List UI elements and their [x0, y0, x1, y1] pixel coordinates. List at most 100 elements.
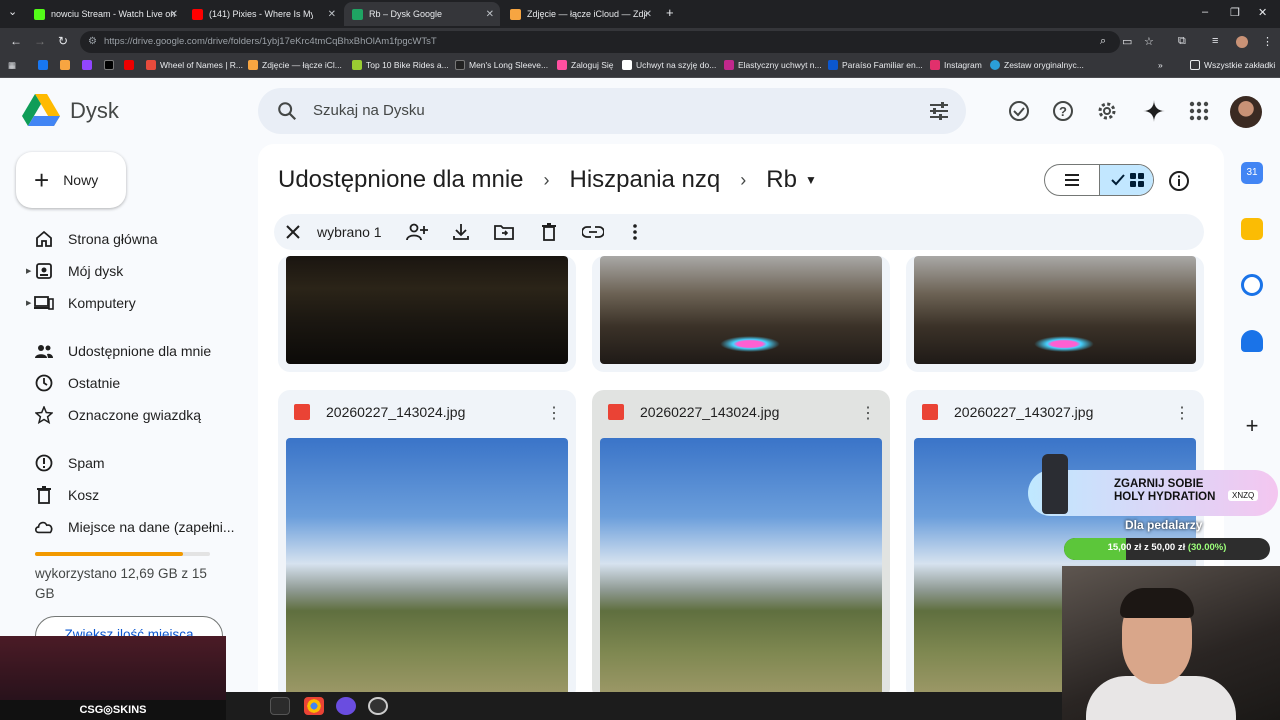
keep-icon[interactable]	[1241, 218, 1263, 240]
sidebar-item-my-drive[interactable]: ▶ Mój dysk	[26, 257, 246, 285]
reading-list-icon[interactable]: ≡	[1212, 35, 1218, 47]
search-filters-icon[interactable]	[928, 101, 950, 121]
site-info-icon[interactable]: ⚙	[88, 31, 97, 53]
profile-avatar[interactable]	[1236, 36, 1248, 48]
contacts-icon[interactable]	[1241, 330, 1263, 352]
bookmark-sleeve[interactable]: Men's Long Sleeve...	[455, 60, 548, 70]
forward-icon[interactable]: →	[34, 34, 46, 48]
close-window-icon[interactable]: ✕	[1258, 6, 1267, 19]
file-thumbnail[interactable]	[286, 256, 568, 364]
apps-icon[interactable]: ▦	[8, 60, 16, 71]
move-to-folder-icon[interactable]	[494, 223, 514, 241]
bookmark-x[interactable]	[104, 60, 118, 70]
gemini-icon[interactable]	[1142, 99, 1166, 123]
new-button[interactable]: + Nowy	[16, 152, 126, 208]
file-card[interactable]	[278, 256, 576, 372]
download-icon[interactable]	[452, 223, 470, 241]
url-field[interactable]: ⚙ https://drive.google.com/drive/folders…	[80, 31, 1120, 53]
file-thumbnail[interactable]	[914, 256, 1196, 364]
obs-icon[interactable]	[368, 697, 388, 715]
offline-ready-icon[interactable]	[1007, 99, 1031, 123]
file-card[interactable]: 20260227_143024.jpg ⋮	[278, 390, 576, 692]
more-actions-icon[interactable]	[632, 223, 638, 241]
minimize-icon[interactable]: –	[1202, 6, 1208, 18]
browser-menu-icon[interactable]: ⋮	[1262, 35, 1273, 48]
sidebar-item-shared[interactable]: Udostępnione dla mnie	[26, 337, 246, 365]
discord-icon[interactable]	[336, 697, 356, 715]
info-icon[interactable]	[1168, 170, 1190, 192]
bookmark-login[interactable]: Zaloguj Się	[557, 60, 614, 70]
sidebar-item-computers[interactable]: ▶ Komputery	[26, 289, 246, 317]
drive-logo[interactable]: Dysk	[22, 94, 119, 128]
add-addon-icon[interactable]: +	[1241, 415, 1263, 438]
share-icon[interactable]	[406, 223, 428, 241]
back-icon[interactable]: ←	[10, 34, 22, 48]
sidebar-item-starred[interactable]: Oznaczone gwiazdką	[26, 401, 246, 429]
search-input[interactable]: Szukaj na Dysku	[313, 102, 425, 119]
sidebar-item-home[interactable]: Strona główna	[26, 225, 246, 253]
bookmark-facebook[interactable]	[38, 60, 52, 70]
tasks-icon[interactable]	[1241, 274, 1263, 296]
clear-selection-icon[interactable]	[286, 225, 300, 239]
bookmark-twitch[interactable]	[82, 60, 96, 70]
breadcrumb-folder[interactable]: Hiszpania nzq	[570, 166, 721, 194]
close-tab-icon[interactable]: ✕	[486, 9, 494, 20]
all-bookmarks[interactable]: Wszystkie zakładki	[1190, 60, 1275, 70]
search-box[interactable]: Szukaj na Dysku	[258, 88, 966, 134]
chrome-icon[interactable]	[304, 697, 324, 715]
bookmark-wheel[interactable]: Wheel of Names | R...	[146, 60, 243, 70]
file-thumbnail[interactable]	[600, 438, 882, 692]
bookmark-2[interactable]	[60, 60, 74, 70]
file-card[interactable]	[592, 256, 890, 372]
delete-icon[interactable]	[541, 223, 557, 241]
reload-icon[interactable]: ↻	[58, 34, 68, 48]
dropdown-arrow-icon[interactable]: ▼	[805, 173, 817, 187]
new-tab-icon[interactable]: +	[666, 5, 674, 20]
terminal-icon[interactable]	[270, 697, 290, 715]
bookmark-instagram[interactable]: Instagram	[930, 60, 982, 70]
sidebar-item-storage[interactable]: Miejsce na dane (zapełni...	[26, 513, 246, 541]
cast-icon[interactable]: ▭	[1122, 35, 1132, 48]
account-avatar[interactable]	[1230, 96, 1262, 128]
browser-tab-4[interactable]: Zdjęcie — łącze iCloud — Zdjęcie ✕	[502, 2, 658, 26]
search-icon[interactable]	[276, 100, 298, 122]
close-tab-icon[interactable]: ✕	[170, 9, 178, 20]
bookmark-holder-2[interactable]: Elastyczny uchwyt n...	[724, 60, 822, 70]
calendar-icon[interactable]: 31	[1241, 162, 1263, 184]
bookmark-star-icon[interactable]: ☆	[1144, 35, 1154, 48]
settings-icon[interactable]	[1095, 99, 1119, 123]
sidebar-item-spam[interactable]: Spam	[26, 449, 246, 477]
sidebar-item-recent[interactable]: Ostatnie	[26, 369, 246, 397]
bookmark-paraiso[interactable]: Paraíso Familiar en...	[828, 60, 923, 70]
file-thumbnail[interactable]	[600, 256, 882, 364]
breadcrumb-current[interactable]: Rb	[766, 166, 797, 194]
bookmark-bike[interactable]: Top 10 Bike Rides a...	[352, 60, 449, 70]
bookmark-zestaw[interactable]: Zestaw oryginalnyc...	[990, 60, 1084, 70]
expand-icon[interactable]: ▶	[26, 267, 31, 275]
bookmark-holder-1[interactable]: Uchwyt na szyję do...	[622, 60, 716, 70]
zoom-icon[interactable]: ⌕	[1100, 35, 1106, 48]
file-more-icon[interactable]: ⋮	[860, 403, 876, 423]
copy-link-icon[interactable]	[582, 225, 604, 239]
file-more-icon[interactable]: ⋮	[1174, 403, 1190, 423]
restore-icon[interactable]: ❐	[1230, 6, 1240, 19]
file-more-icon[interactable]: ⋮	[546, 403, 562, 423]
bookmark-icloud[interactable]: Zdjęcie — łącze iCl...	[248, 60, 342, 70]
tab-search-icon[interactable]: ⌄	[8, 5, 17, 18]
file-thumbnail[interactable]	[286, 438, 568, 692]
browser-tab-1[interactable]: nowciu Stream - Watch Live on ✕	[26, 2, 184, 26]
browser-tab-2[interactable]: (141) Pixies - Where Is My Mind ✕	[184, 2, 342, 26]
file-card-selected[interactable]: 20260227_143024.jpg ⋮	[592, 390, 890, 692]
expand-icon[interactable]: ▶	[26, 299, 31, 307]
sidebar-item-trash[interactable]: Kosz	[26, 481, 246, 509]
extensions-icon[interactable]: ⧉	[1178, 35, 1186, 48]
file-card[interactable]	[906, 256, 1204, 372]
breadcrumb-shared[interactable]: Udostępnione dla mnie	[278, 166, 524, 194]
close-tab-icon[interactable]: ✕	[328, 9, 336, 20]
grid-view-button[interactable]	[1099, 165, 1153, 195]
more-bookmarks-icon[interactable]: »	[1158, 60, 1163, 70]
help-icon[interactable]: ?	[1051, 99, 1075, 123]
google-apps-icon[interactable]	[1187, 99, 1211, 123]
browser-tab-3[interactable]: Rb – Dysk Google ✕	[344, 2, 500, 26]
close-tab-icon[interactable]: ✕	[644, 9, 652, 20]
